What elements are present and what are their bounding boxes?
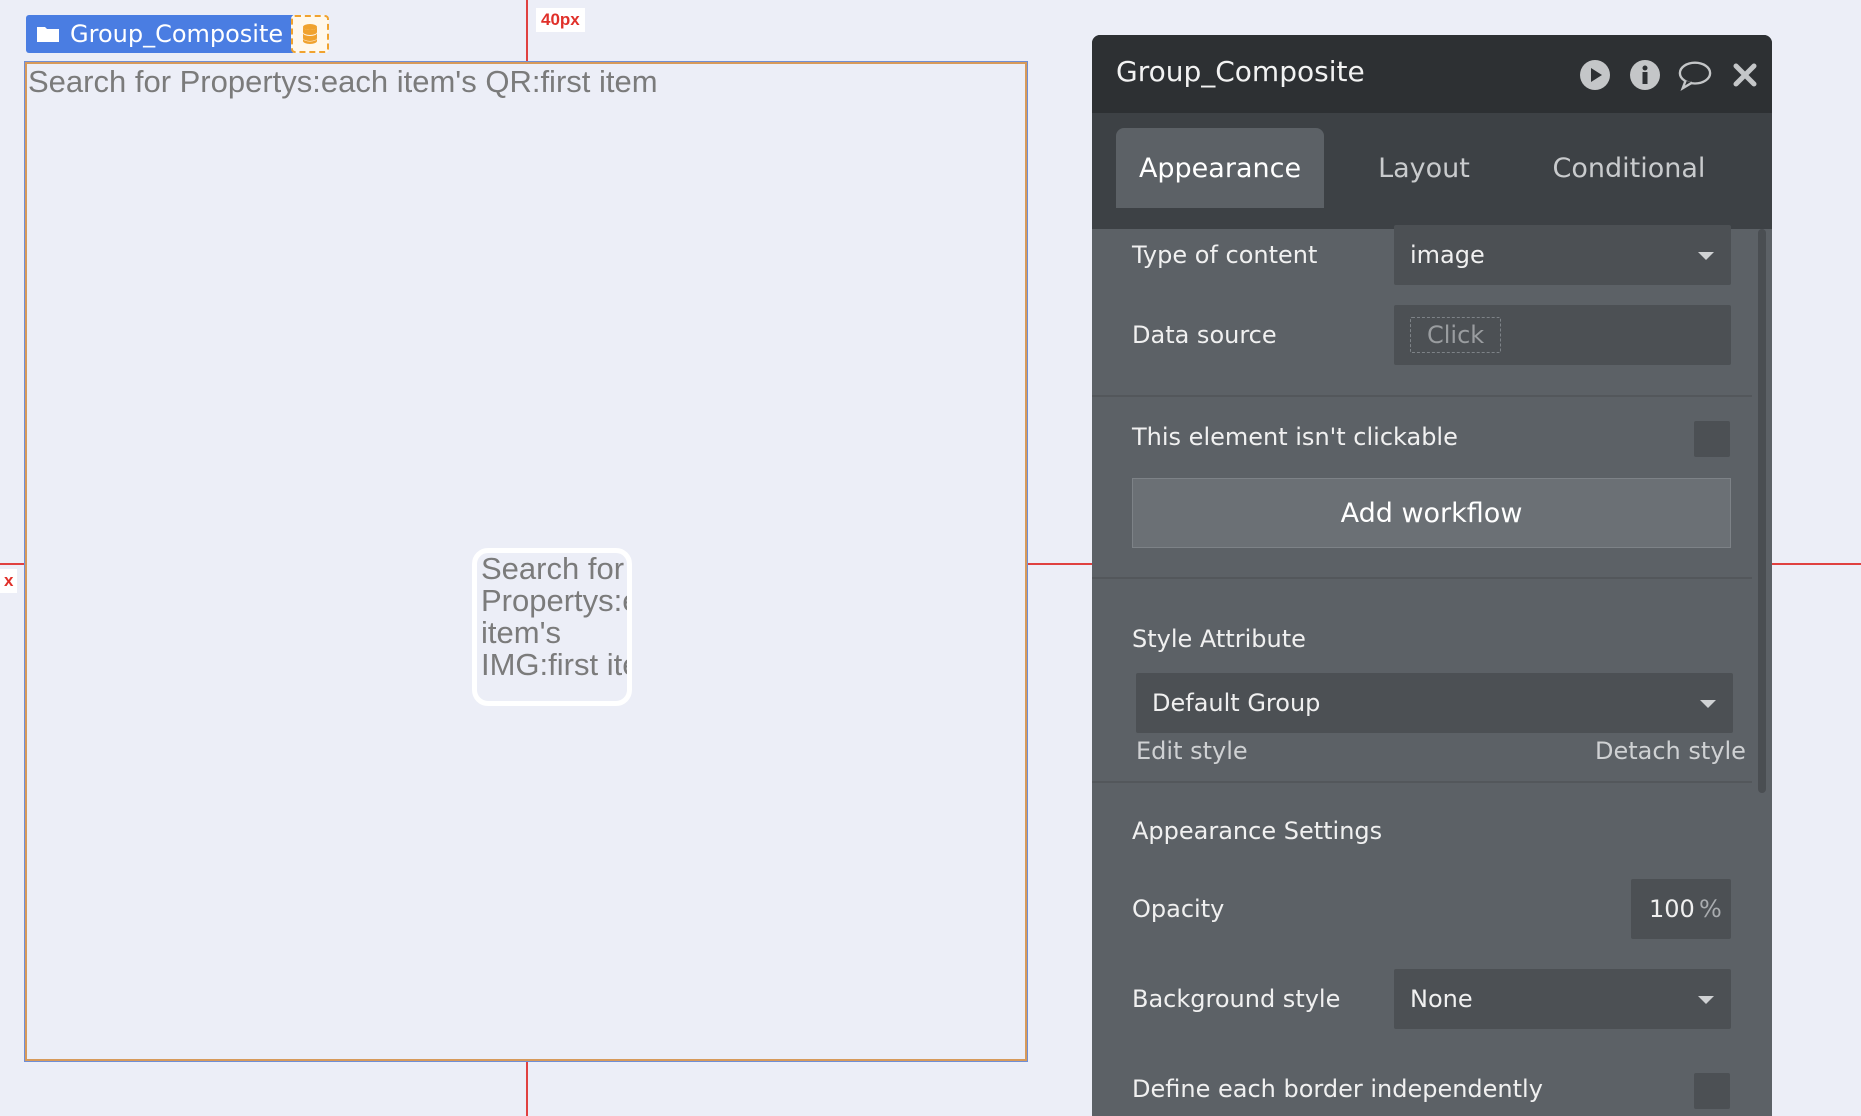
opacity-value: 100 [1649,895,1695,923]
chevron-down-icon [1698,252,1714,260]
horizontal-guide-left [0,563,25,565]
type-of-content-dropdown[interactable]: image [1394,225,1731,285]
section-divider [1092,395,1752,397]
edit-style-link[interactable]: Edit style [1136,737,1248,765]
panel-title: Group_Composite [1116,55,1365,88]
not-clickable-checkbox[interactable] [1694,421,1730,457]
background-style-label: Background style [1132,985,1341,1013]
data-source-click-placeholder[interactable]: Click [1410,317,1502,353]
vertical-guide-top [526,0,528,62]
opacity-unit: % [1699,895,1722,923]
element-name-tag[interactable]: Group_Composite [26,15,296,53]
opacity-label: Opacity [1132,895,1225,923]
detach-style-link[interactable]: Detach style [1595,737,1746,765]
chevron-down-icon [1698,996,1714,1004]
data-source-label: Data source [1132,321,1277,349]
tab-appearance[interactable]: Appearance [1116,128,1324,208]
database-icon [303,24,317,44]
style-attribute-label: Style Attribute [1132,625,1306,653]
distance-label-left: x [0,569,18,593]
add-workflow-button[interactable]: Add workflow [1132,478,1731,548]
type-of-content-value: image [1410,241,1485,269]
play-icon[interactable] [1578,58,1612,92]
vertical-guide-bottom [526,1061,528,1116]
panel-header: Group_Composite [1092,35,1772,113]
appearance-settings-heading: Appearance Settings [1132,817,1383,845]
background-style-value: None [1410,985,1473,1013]
element-name-label: Group_Composite [70,20,284,48]
distance-label-top: 40px [536,8,585,32]
tab-conditional[interactable]: Conditional [1524,128,1734,208]
section-divider [1092,577,1752,579]
data-source-field[interactable]: Click [1394,305,1731,365]
style-attribute-dropdown[interactable]: Default Group [1136,673,1733,733]
horizontal-guide-middle [1027,563,1092,565]
close-icon[interactable] [1728,58,1762,92]
data-source-indicator[interactable] [291,15,329,53]
group-composite-canvas[interactable]: Search for Propertys:each item's QR:firs… [25,62,1027,1061]
property-editor-panel: Group_Composite Appearance Layout Condit… [1092,35,1772,1116]
folder-icon [37,27,59,42]
not-clickable-label: This element isn't clickable [1132,423,1458,451]
tab-layout[interactable]: Layout [1324,128,1524,208]
panel-scrollbar[interactable] [1758,229,1766,793]
type-of-content-label: Type of content [1132,241,1318,269]
horizontal-guide-right [1772,563,1861,565]
opacity-input[interactable]: 100 % [1631,879,1731,939]
panel-tabs: Appearance Layout Conditional [1092,113,1772,229]
section-divider [1092,781,1752,783]
group-dynamic-text: Search for Propertys:each item's QR:firs… [28,64,658,99]
inner-image-element[interactable]: Search for Propertys:each item's IMG:fir… [472,548,632,706]
inner-dynamic-text: Search for Propertys:each item's IMG:fir… [481,551,627,682]
comment-icon[interactable] [1678,58,1712,92]
background-style-dropdown[interactable]: None [1394,969,1731,1029]
define-border-label: Define each border independently [1132,1075,1543,1103]
style-attribute-value: Default Group [1152,689,1321,717]
define-border-checkbox[interactable] [1694,1073,1730,1109]
info-icon[interactable] [1628,58,1662,92]
chevron-down-icon [1700,700,1716,708]
